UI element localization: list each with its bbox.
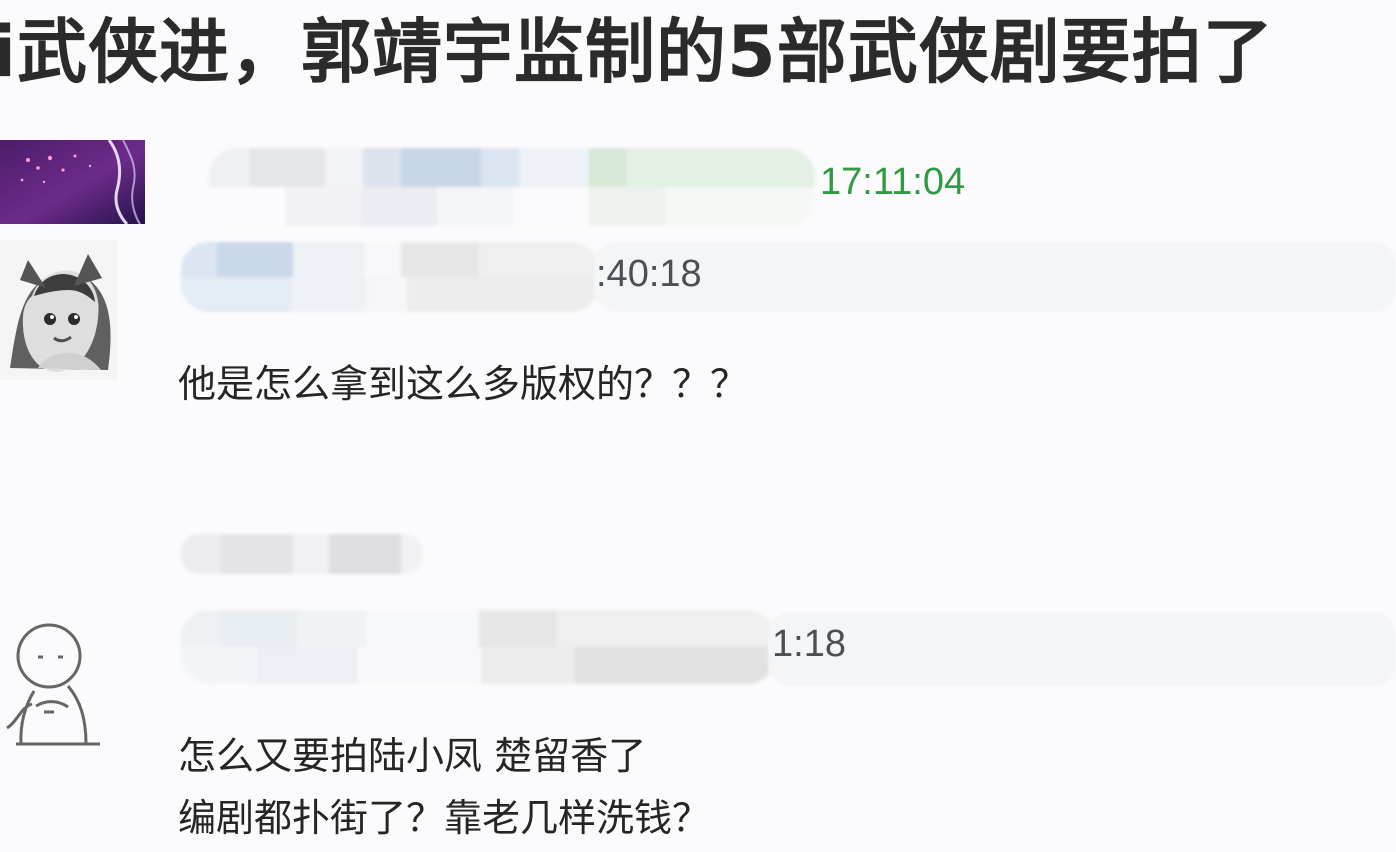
blurred-username [181,242,599,312]
comment-line-2: 编剧都扑街了？靠老几样洗钱？ [178,796,711,840]
anime-character-avatar-icon [0,240,118,380]
avatar[interactable] [0,140,145,224]
message-3: 1:18 怎么又要拍陆小凤 楚留香了 编剧都扑街了？靠老几样洗钱？ [0,532,1396,842]
comment-time: :40:18 [596,253,702,295]
blurred-username [181,610,775,684]
blurred-username [181,534,423,574]
blurred-background-strip [594,242,1396,312]
comment-time: 1:18 [772,623,846,665]
message-1: 17:11:04 [0,140,1396,226]
comment-text: 他是怎么拿到这么多版权的？？？ [178,362,749,406]
comment-line-1: 怎么又要拍陆小凤 楚留香了 [178,734,647,778]
doodle-stick-figure-avatar-icon [0,608,110,758]
avatar[interactable] [0,240,118,380]
message-2: :40:18 他是怎么拿到这么多版权的？？？ [0,240,1396,406]
blurred-background-strip [768,612,1396,686]
avatar[interactable] [0,608,110,758]
comment-time: 17:11:04 [820,161,966,203]
purple-space-avatar-icon [0,140,145,224]
headline: i武侠进，郭靖宇监制的5部武侠剧要拍了 [0,11,1274,93]
blurred-username [209,148,815,226]
